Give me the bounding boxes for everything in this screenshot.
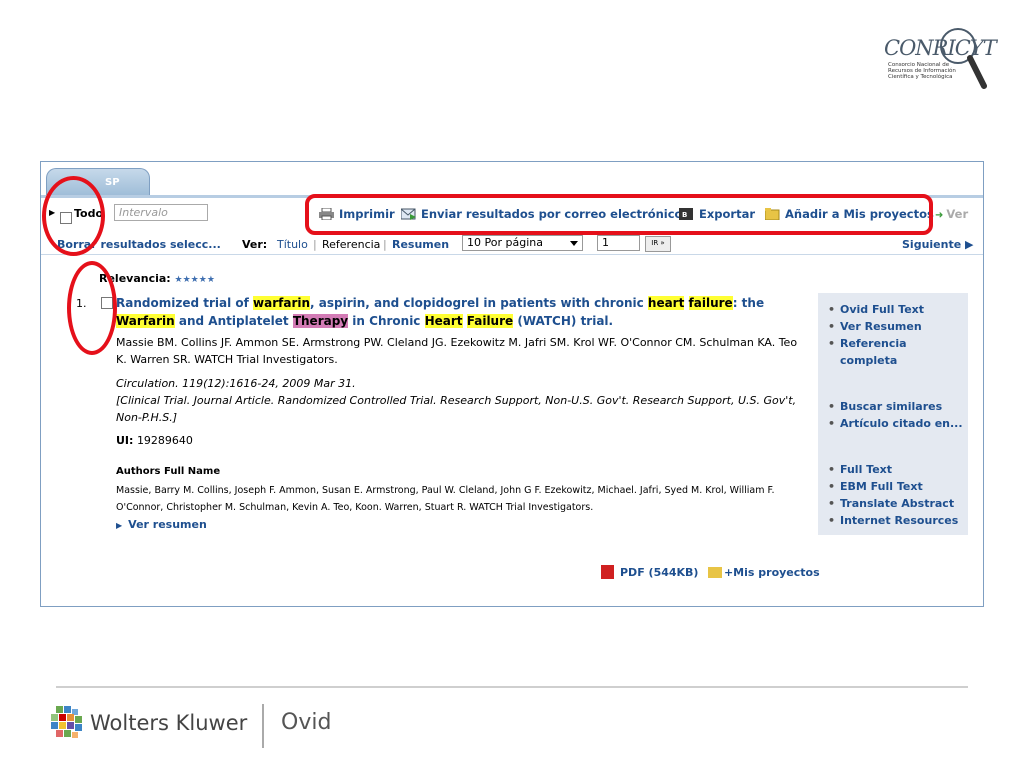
go-button[interactable]: IR » [645, 236, 671, 252]
sidebar-link-ebm-full-text[interactable]: EBM Full Text [828, 478, 963, 495]
divider: | [313, 238, 317, 251]
next-page-link[interactable]: Siguiente ▶ [902, 238, 973, 251]
result-citation: Circulation. 119(12):1616-24, 2009 Mar 3… [116, 375, 806, 426]
sidebar-link-internet-resources[interactable]: Internet Resources [828, 512, 963, 529]
pdf-link[interactable]: PDF (544KB) [620, 566, 698, 579]
authors-full-name: Massie, Barry M. Collins, Joseph F. Ammo… [116, 485, 775, 513]
title-part: and Antiplatelet [174, 314, 293, 328]
view-arrow-icon: ➜ [935, 210, 944, 221]
title-part: (WATCH) trial. [513, 314, 614, 328]
per-page-select[interactable]: 10 Por página [462, 235, 583, 251]
title-highlight: Heart [424, 314, 463, 328]
view-summary-link[interactable]: Resumen [392, 238, 449, 251]
sidebar-link-buscar-similares[interactable]: Buscar similares [828, 398, 963, 415]
sidebar-link-ver-resumen[interactable]: Ver Resumen [828, 318, 963, 335]
pdf-icon [601, 565, 614, 579]
title-highlight: Warfarin [116, 314, 175, 328]
view-button[interactable]: ➜ Ver [935, 207, 968, 221]
title-highlight: failure [688, 296, 733, 310]
view-reference-link[interactable]: Referencia [322, 238, 380, 251]
per-page-value: 10 Por página [467, 236, 543, 249]
chevron-down-icon [570, 241, 578, 246]
wolters-kluwer-name: Wolters Kluwer [90, 711, 248, 735]
view-options-label: Ver: [242, 238, 268, 251]
title-part [684, 296, 688, 310]
authors-full-name-heading: Authors Full Name [116, 466, 221, 477]
view-label: Ver [946, 207, 969, 221]
result-title-link[interactable]: Randomized trial of warfarin, aspirin, a… [116, 294, 796, 330]
view-abstract-link[interactable]: ▶ Ver resumen [116, 518, 207, 531]
title-part: , aspirin, and clopidogrel in patients w… [310, 296, 648, 310]
sidebar-link-translate-abstract[interactable]: Translate Abstract [828, 495, 963, 512]
citation-source: Circulation. 119(12):1616-24, 2009 Mar 3… [116, 377, 356, 390]
conricyt-logo: CONRICYT Consorcio Nacional de Recursos … [880, 18, 998, 90]
result-authors: Massie BM. Collins JF. Ammon SE. Armstro… [116, 336, 798, 366]
folder-icon [707, 567, 722, 578]
annotation-ring-result-checkbox [67, 261, 117, 355]
expand-triangle-icon: ▶ [116, 521, 123, 530]
title-highlight: warfarin [253, 296, 311, 310]
sidebar-link-articulo-citado[interactable]: Artículo citado en... [828, 415, 963, 432]
annotation-ring-select-all [42, 176, 105, 256]
title-highlight-pink: Therapy [292, 314, 349, 328]
ui-value: 19289640 [136, 434, 193, 447]
conricyt-subtitle: Consorcio Nacional de Recursos de Inform… [888, 62, 956, 80]
result-links-sidebar: Ovid Full Text Ver Resumen Referencia co… [818, 293, 968, 535]
page-number-input[interactable]: 1 [597, 235, 640, 251]
sidebar-link-ovid-full-text[interactable]: Ovid Full Text [828, 301, 963, 318]
sidebar-link-full-text[interactable]: Full Text [828, 461, 963, 478]
divider: | [383, 238, 387, 251]
ovid-name: Ovid [281, 710, 332, 735]
annotation-box-toolbar [305, 194, 933, 235]
ui-label: UI: [116, 434, 134, 447]
title-part: Randomized trial of [116, 296, 254, 310]
relevance: Relevancia: ★★★★★ [99, 272, 215, 285]
wolters-kluwer-mark-icon [51, 706, 82, 738]
result-ui: UI: 19289640 [116, 434, 193, 447]
conricyt-name: CONRICYT [884, 36, 997, 60]
footer-divider [56, 686, 968, 688]
title-highlight: Failure [466, 314, 514, 328]
view-abstract-label: Ver resumen [128, 518, 207, 531]
my-projects-link[interactable]: +Mis proyectos [724, 566, 820, 579]
sidebar-link-referencia-completa[interactable]: Referencia completa [828, 335, 963, 369]
title-highlight: heart [647, 296, 685, 310]
view-title-link[interactable]: Título [277, 238, 308, 251]
footer-separator [262, 704, 264, 748]
view-options-bar: Borrar resultados selecc... Ver: Título … [41, 232, 983, 255]
relevance-stars-icon: ★★★★★ [174, 275, 215, 285]
publication-type: [Clinical Trial. Journal Article. Random… [116, 394, 797, 424]
result-actions: PDF (544KB) +Mis proyectos [601, 565, 820, 579]
title-part: : the [732, 296, 765, 310]
range-input[interactable]: Intervalo [114, 204, 208, 221]
title-part: in Chronic [348, 314, 425, 328]
